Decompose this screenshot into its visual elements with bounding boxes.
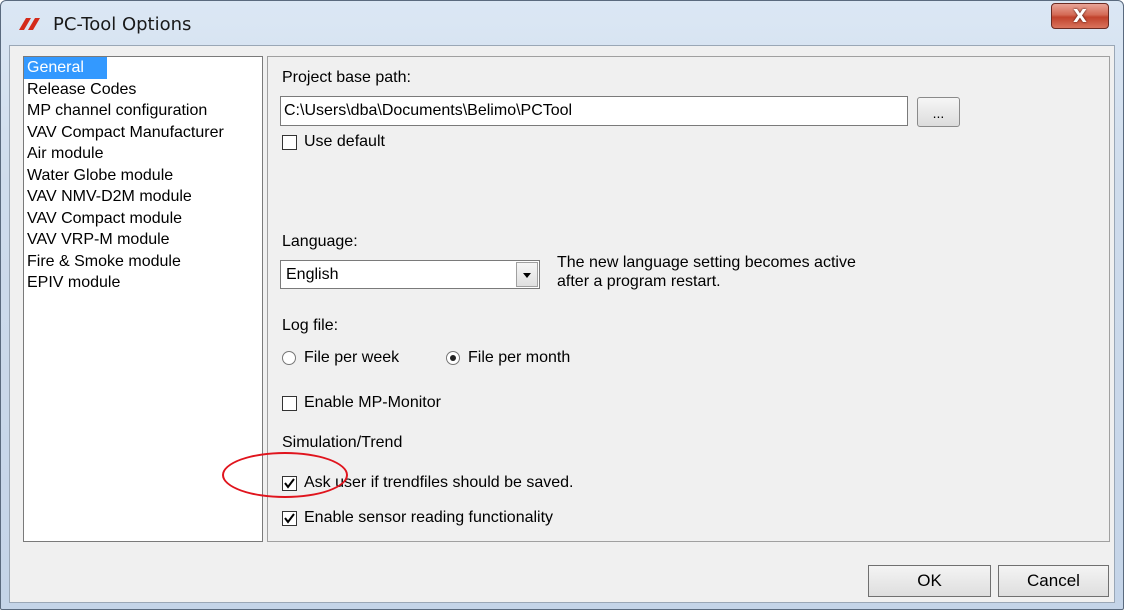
project-path-input[interactable]: C:\Users\dba\Documents\Belimo\PCTool: [280, 96, 908, 126]
window-title: PC-Tool Options: [53, 14, 192, 35]
dialog-client-area: General Release Codes MP channel configu…: [9, 45, 1115, 603]
ok-button[interactable]: OK: [868, 565, 991, 597]
nav-item-vav-compact-module[interactable]: VAV Compact module: [24, 208, 262, 230]
nav-item-general[interactable]: General: [24, 57, 107, 79]
project-path-label: Project base path:: [282, 69, 411, 86]
enable-mp-monitor-label: Enable MP-Monitor: [304, 394, 441, 411]
title-bar[interactable]: PC-Tool Options X: [1, 1, 1123, 45]
radio-file-per-month[interactable]: [446, 351, 460, 365]
simulation-trend-label: Simulation/Trend: [282, 434, 403, 451]
highlight-annotation-ellipse: [222, 452, 348, 498]
file-per-month-label: File per month: [468, 349, 571, 366]
use-default-checkbox[interactable]: [282, 135, 297, 150]
nav-item-mp-channel-configuration[interactable]: MP channel configuration: [24, 100, 262, 122]
dropdown-arrow-icon: [523, 273, 531, 278]
nav-item-water-globe-module[interactable]: Water Globe module: [24, 165, 262, 187]
general-settings-panel: Project base path: C:\Users\dba\Document…: [267, 56, 1110, 542]
close-button[interactable]: X: [1051, 3, 1109, 29]
language-note-line2: after a program restart.: [557, 273, 721, 290]
nav-item-air-module[interactable]: Air module: [24, 143, 262, 165]
use-default-label: Use default: [304, 133, 385, 150]
nav-item-release-codes[interactable]: Release Codes: [24, 79, 262, 101]
language-dropdown-button[interactable]: [516, 262, 538, 287]
nav-item-vav-vrp-m-module[interactable]: VAV VRP-M module: [24, 229, 262, 251]
cancel-button[interactable]: Cancel: [998, 565, 1109, 597]
close-icon: X: [1073, 5, 1087, 27]
radio-selected-dot: [450, 355, 456, 361]
enable-sensor-reading-label: Enable sensor reading functionality: [304, 509, 554, 526]
language-select[interactable]: English: [280, 260, 540, 289]
browse-button[interactable]: ...: [917, 97, 960, 127]
nav-item-epiv-module[interactable]: EPIV module: [24, 272, 262, 294]
enable-sensor-reading-checkbox[interactable]: [282, 511, 297, 526]
nav-item-vav-compact-manufacturer[interactable]: VAV Compact Manufacturer: [24, 122, 262, 144]
checkmark-icon: [284, 513, 295, 524]
language-note-line1: The new language setting becomes active: [557, 254, 856, 271]
language-label: Language:: [282, 233, 358, 250]
language-value: English: [286, 266, 339, 283]
file-per-week-label: File per week: [304, 349, 400, 366]
nav-item-vav-nmv-d2m-module[interactable]: VAV NMV-D2M module: [24, 186, 262, 208]
radio-file-per-week[interactable]: [282, 351, 296, 365]
belimo-logo-icon: [19, 18, 40, 30]
enable-mp-monitor-checkbox[interactable]: [282, 396, 297, 411]
nav-item-fire-smoke-module[interactable]: Fire & Smoke module: [24, 251, 262, 273]
log-file-label: Log file:: [282, 317, 339, 334]
options-dialog: PC-Tool Options X General Release Codes …: [0, 0, 1124, 610]
